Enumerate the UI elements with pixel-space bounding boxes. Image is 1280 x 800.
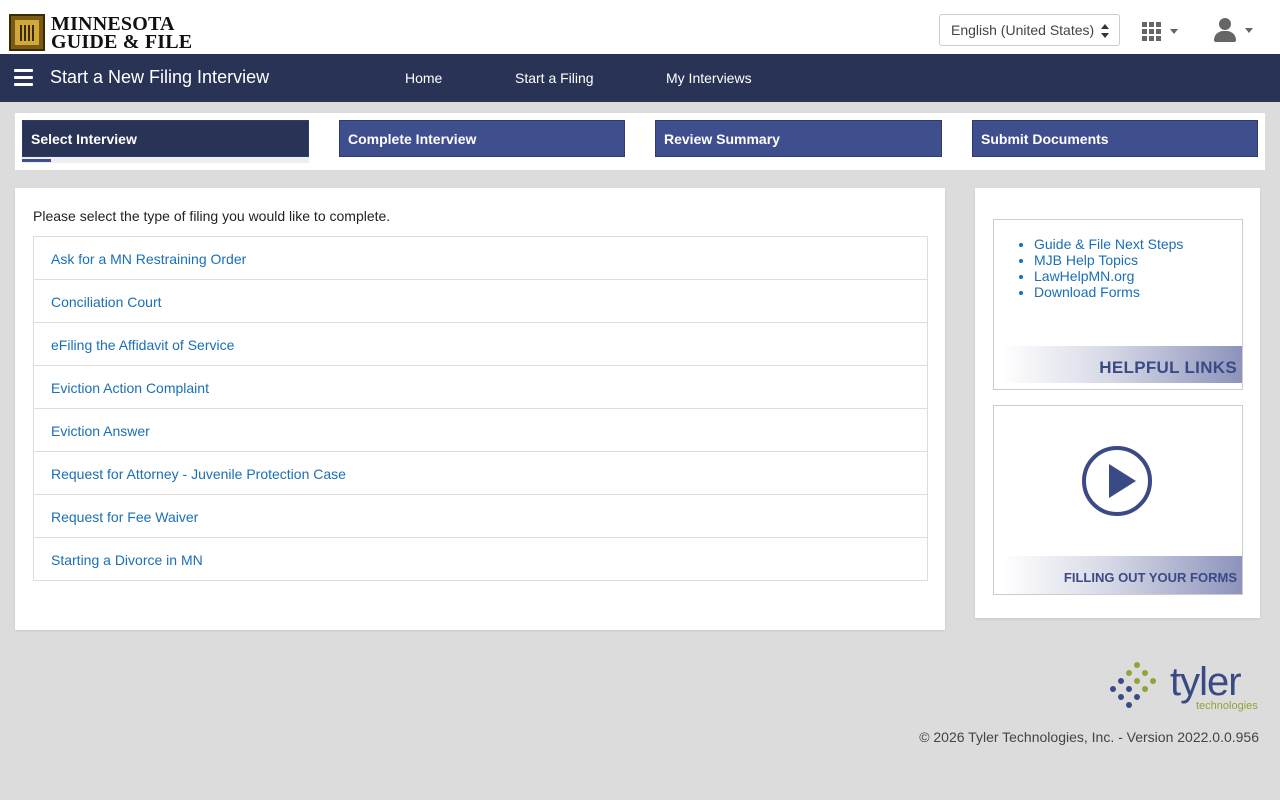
interview-item-attorney-request[interactable]: Request for Attorney - Juvenile Protecti… (34, 452, 927, 495)
step-progress-bar (22, 157, 309, 163)
interview-list: Ask for a MN Restraining Order Conciliat… (33, 236, 928, 581)
side-panel: Guide & File Next Steps MJB Help Topics … (975, 188, 1260, 618)
main-navbar: Start a New Filing Interview Home Start … (0, 54, 1280, 102)
step-review-summary[interactable]: Review Summary (655, 120, 942, 157)
progress-stepper: Select Interview Complete Interview Revi… (15, 113, 1265, 170)
interview-item-restraining-order[interactable]: Ask for a MN Restraining Order (34, 237, 927, 280)
tyler-subtitle: technologies (1196, 700, 1258, 712)
language-select[interactable]: English (United States) (939, 14, 1120, 46)
tyler-technologies-logo: tyler technologies (1110, 660, 1260, 715)
tyler-dots-icon (1110, 660, 1162, 712)
interview-item-eviction-answer[interactable]: Eviction Answer (34, 409, 927, 452)
logo-text: MINNESOTA GUIDE & FILE (51, 12, 193, 53)
nav-link-home[interactable]: Home (405, 70, 442, 86)
interview-item-conciliation-court[interactable]: Conciliation Court (34, 280, 927, 323)
interview-item-eviction-complaint[interactable]: Eviction Action Complaint (34, 366, 927, 409)
chevron-down-icon (1245, 27, 1253, 33)
site-logo[interactable]: MINNESOTA GUIDE & FILE (9, 12, 193, 53)
interview-item-fee-waiver[interactable]: Request for Fee Waiver (34, 495, 927, 538)
video-box[interactable]: FILLING OUT YOUR FORMS (993, 405, 1243, 595)
nav-link-my-interviews[interactable]: My Interviews (666, 70, 752, 86)
user-icon (1213, 18, 1237, 42)
copyright-text: © 2026 Tyler Technologies, Inc. - Versio… (919, 729, 1259, 745)
helpful-links-list: Guide & File Next Steps MJB Help Topics … (1034, 236, 1183, 300)
step-select-interview[interactable]: Select Interview (22, 120, 309, 157)
nav-link-start-filing[interactable]: Start a Filing (515, 70, 594, 86)
courthouse-seal-icon (9, 14, 45, 51)
user-menu-button[interactable] (1213, 17, 1253, 43)
link-next-steps[interactable]: Guide & File Next Steps (1034, 236, 1183, 252)
language-selected-value: English (United States) (951, 22, 1095, 38)
link-mjb-help-topics[interactable]: MJB Help Topics (1034, 252, 1183, 268)
step-submit-documents[interactable]: Submit Documents (972, 120, 1258, 157)
interview-item-affidavit-of-service[interactable]: eFiling the Affidavit of Service (34, 323, 927, 366)
helpful-links-box: Guide & File Next Steps MJB Help Topics … (993, 219, 1243, 390)
page-title: Start a New Filing Interview (50, 67, 270, 87)
logo-line-1: MINNESOTA (51, 12, 175, 35)
select-arrows-icon (1101, 24, 1109, 38)
interview-selection-panel: Please select the type of filing you wou… (15, 188, 945, 630)
logo-line-2: GUIDE & FILE (51, 30, 193, 53)
link-download-forms[interactable]: Download Forms (1034, 284, 1183, 300)
apps-menu-button[interactable] (1142, 21, 1180, 41)
video-label: FILLING OUT YOUR FORMS (1002, 556, 1242, 594)
top-bar: MINNESOTA GUIDE & FILE English (United S… (0, 0, 1280, 54)
grid-icon (1142, 22, 1162, 41)
tyler-wordmark: tyler (1170, 660, 1242, 704)
interview-item-divorce[interactable]: Starting a Divorce in MN (34, 538, 927, 580)
instructions-text: Please select the type of filing you wou… (33, 208, 391, 224)
helpful-links-heading: HELPFUL LINKS (1002, 346, 1242, 383)
step-progress-fill (22, 159, 51, 162)
hamburger-menu-icon[interactable] (14, 69, 33, 86)
link-lawhelpmn[interactable]: LawHelpMN.org (1034, 268, 1183, 284)
chevron-down-icon (1170, 28, 1178, 34)
play-icon[interactable] (1082, 446, 1152, 516)
step-complete-interview[interactable]: Complete Interview (339, 120, 625, 157)
